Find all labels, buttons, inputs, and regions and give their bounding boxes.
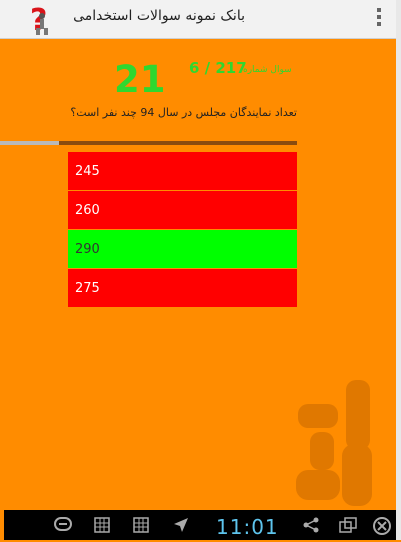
question-number-label: سوال شماره [243, 65, 292, 75]
keyboard-icon[interactable] [93, 516, 111, 534]
countdown-timer: 21 [114, 58, 166, 101]
progress-fill [0, 141, 60, 145]
clock: 11:01 [216, 515, 279, 539]
overflow-menu-icon[interactable] [375, 8, 383, 30]
window-icon[interactable] [338, 516, 357, 534]
answer-options: 245 260 290 275 [68, 152, 297, 308]
question-number: 6 / 217 [189, 59, 247, 77]
progress-bar [0, 141, 297, 145]
question-text: تعداد نمایندگان مجلس در سال 94 چند نفر ا… [70, 106, 297, 119]
answer-option-2[interactable]: 260 [68, 191, 297, 229]
answer-option-1[interactable]: 245 [68, 152, 297, 190]
close-icon[interactable] [372, 516, 391, 535]
keyboard-icon[interactable] [132, 516, 150, 534]
share-icon[interactable] [302, 516, 320, 534]
answer-option-3[interactable]: 290 [68, 230, 297, 268]
system-navigation-bar: 11:01 [4, 510, 401, 540]
answer-option-4[interactable]: 275 [68, 269, 297, 307]
question-mark-person-icon: ? [30, 3, 48, 36]
line-app-icon[interactable] [54, 516, 72, 534]
location-icon[interactable] [172, 516, 190, 534]
app-bar: ? بانک نمونه سوالات استخدامی [0, 0, 401, 39]
app-title: بانک نمونه سوالات استخدامی [73, 8, 245, 24]
bazaar-logo-icon [296, 380, 372, 506]
screen-edge [396, 0, 401, 540]
